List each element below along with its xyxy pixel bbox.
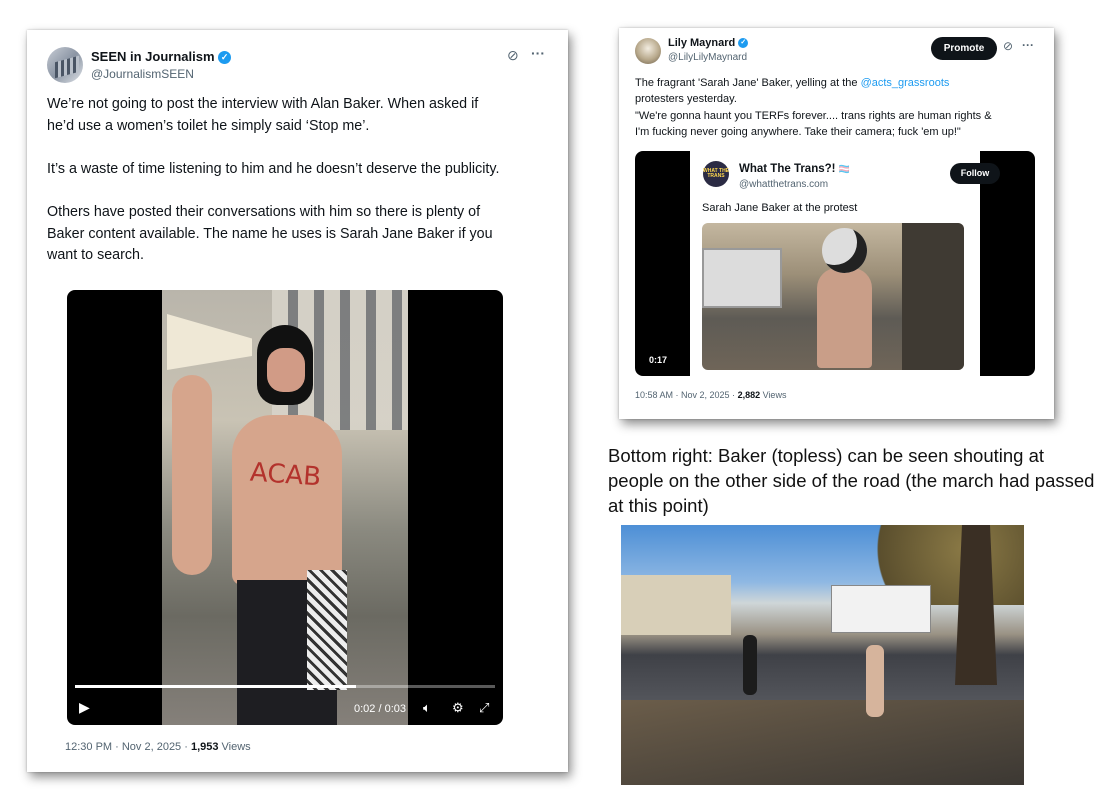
trans-flag-icon: 🏳️‍⚧️ [838, 164, 850, 174]
video-player[interactable]: ACAB ▶ 0:02 / 0:03 🔈︎ ⚙︎ ⤢ [67, 290, 503, 725]
views-count: 1,953 [190, 741, 219, 753]
tweet-body-line: want to search. [47, 247, 144, 263]
street-photo [621, 525, 1024, 785]
verified-badge-icon: ✓ [218, 51, 232, 65]
tweet-body-line: "We're gonna haunt you TERFs forever....… [635, 110, 992, 122]
grok-icon[interactable]: ⊘ [507, 47, 519, 64]
tweet-body-line: The fragrant 'Sarah Jane' Baker, yelling… [635, 77, 950, 89]
tweet-body-line: It’s a waste of time listening to him an… [47, 161, 500, 177]
author-handle[interactable]: @JournalismSEEN [91, 67, 194, 81]
video-frame-protester: ACAB [162, 290, 408, 725]
tweet-body-line: We’re not going to post the interview wi… [47, 96, 479, 112]
grok-icon[interactable]: ⊘ [1003, 39, 1013, 53]
settings-icon[interactable]: ⚙︎ [452, 700, 464, 716]
views-count: 2,882 [737, 390, 761, 400]
tweet-timestamp[interactable]: 12:30 PM · Nov 2, 2025 · 1,953 Views [65, 741, 251, 753]
topless-person [866, 645, 884, 717]
more-icon[interactable]: ··· [1022, 38, 1034, 52]
tweet-body-line: protesters yesterday. [635, 93, 737, 105]
volume-icon[interactable]: 🔈︎ [423, 700, 431, 716]
video-duration: 0:17 [649, 355, 668, 365]
quoted-video-frame [702, 223, 964, 370]
play-icon[interactable]: ▶ [79, 699, 90, 716]
body-writing: ACAB [249, 457, 323, 493]
follow-button[interactable]: Follow [950, 163, 1000, 184]
verified-badge-icon: ✓ [738, 38, 749, 49]
quoted-author-avatar[interactable]: WHAT THE TRANS [703, 161, 729, 187]
quoted-author-name[interactable]: What The Trans?! 🏳️‍⚧️ [739, 163, 850, 175]
tweet-body-line: Baker content available. The name he use… [47, 226, 493, 242]
video-progress-bar[interactable] [75, 685, 495, 688]
tweet-body-line: Others have posted their conversations w… [47, 204, 481, 220]
mention-link[interactable]: @acts_grassroots [861, 77, 950, 89]
author-name[interactable]: SEEN in Journalism ✓ [91, 49, 232, 65]
author-avatar[interactable] [47, 47, 83, 83]
quoted-tweet[interactable]: WHAT THE TRANS What The Trans?! 🏳️‍⚧️ @w… [690, 151, 1000, 376]
tweet-body-line: he’d use a women’s toilet he simply said… [47, 118, 370, 134]
megaphone [167, 314, 252, 370]
more-icon[interactable]: ··· [531, 45, 545, 61]
author-avatar[interactable] [635, 38, 661, 64]
tweet-timestamp[interactable]: 10:58 AM · Nov 2, 2025 · 2,882 Views [635, 390, 786, 400]
pedestrian [743, 635, 757, 695]
promote-button[interactable]: Promote [931, 37, 997, 60]
author-handle[interactable]: @LilyLilyMaynard [668, 52, 747, 63]
photo-caption: Bottom right: Baker (topless) can be see… [608, 445, 1095, 516]
fullscreen-icon[interactable]: ⤢ [479, 700, 489, 716]
tweet-body-line: I'm fucking never going anywhere. Take t… [635, 126, 961, 138]
quoted-video[interactable]: WHAT THE TRANS What The Trans?! 🏳️‍⚧️ @w… [635, 151, 1035, 376]
author-name[interactable]: Lily Maynard ✓ [668, 37, 749, 49]
quoted-text: Sarah Jane Baker at the protest [702, 202, 858, 214]
video-time: 0:02 / 0:03 [354, 703, 406, 715]
quoted-author-handle[interactable]: @whatthetrans.com [739, 179, 828, 190]
video-progress-fill [75, 685, 357, 688]
